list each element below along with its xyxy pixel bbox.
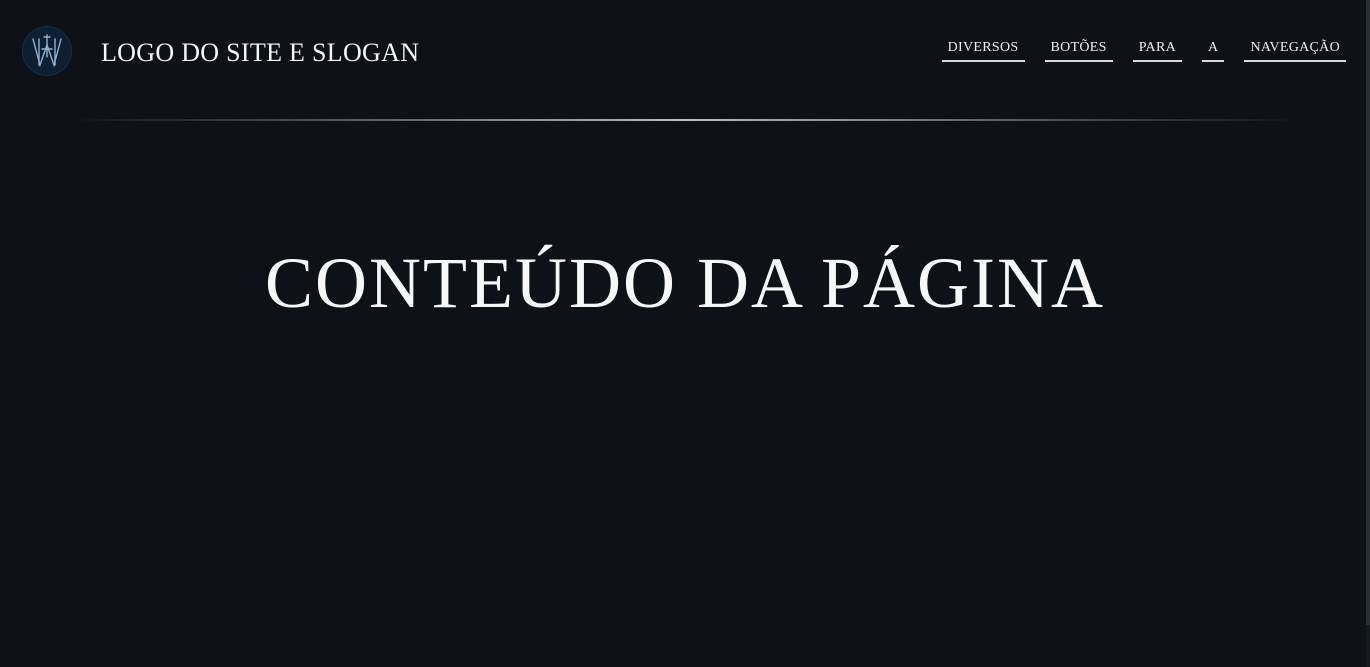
- header-divider: [70, 119, 1300, 121]
- site-header: LOGO DO SITE E SLOGAN DIVERSOS BOTÕES PA…: [0, 0, 1370, 110]
- nav-item-diversos[interactable]: DIVERSOS: [941, 40, 1025, 62]
- site-title[interactable]: LOGO DO SITE E SLOGAN: [101, 38, 419, 68]
- nav-item-para[interactable]: PARA: [1132, 40, 1183, 62]
- nav-item-navegacao[interactable]: NAVEGAÇÃO: [1244, 40, 1346, 62]
- page-heading: CONTEÚDO DA PÁGINA: [265, 243, 1105, 324]
- monogram-logo-icon: [32, 34, 62, 68]
- nav-item-a[interactable]: A: [1202, 40, 1225, 62]
- site-logo-icon[interactable]: [22, 26, 72, 76]
- nav-item-botoes[interactable]: BOTÕES: [1044, 40, 1113, 62]
- scrollbar-thumb[interactable]: [1366, 0, 1370, 625]
- main-navigation: DIVERSOS BOTÕES PARA A NAVEGAÇÃO: [941, 40, 1346, 62]
- vertical-scrollbar[interactable]: [1366, 0, 1370, 667]
